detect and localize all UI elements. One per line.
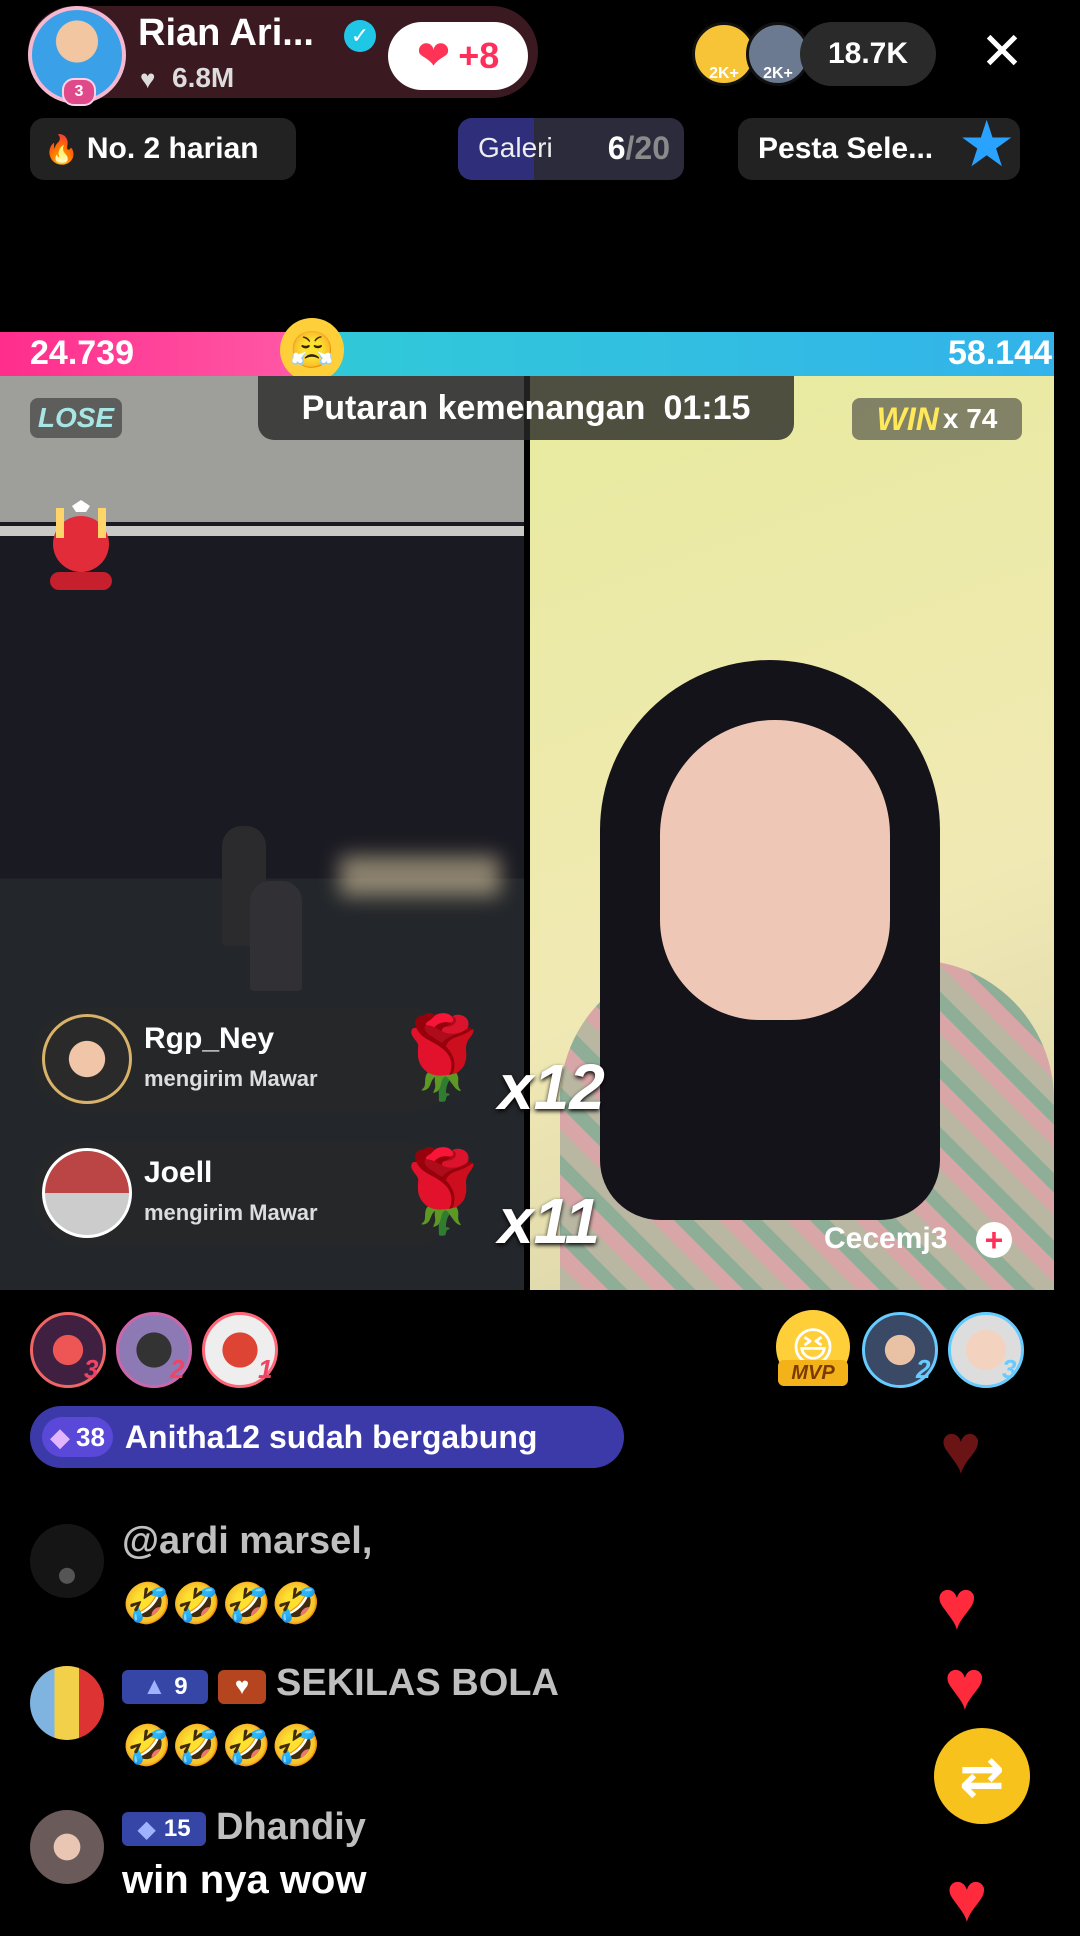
gift-count: x12 [498,1051,605,1123]
heart-icon: ♥ [140,64,156,94]
chat-message: 🤣🤣🤣🤣 [122,1582,322,1626]
heart-icon: ♥ [936,1566,978,1644]
level-number: 38 [76,1421,105,1452]
level-number: 15 [163,1815,191,1842]
panel-divider [524,376,530,1290]
rank-text: No. 2 harian [86,132,259,165]
supporter-rank: 2 [170,1354,185,1384]
diamond-icon: ◆ [137,1815,156,1843]
chat-username[interactable]: SEKILAS BOLA [276,1662,559,1705]
rose-icon: 🌹 [392,1147,492,1236]
win-label: WIN x 74 [852,398,1022,440]
background-light [340,856,500,896]
heart-badge-icon: ♥ [218,1670,266,1704]
follow-button[interactable]: + [976,1222,1012,1258]
chat-username[interactable]: @ardi marsel, [122,1520,372,1563]
heart-icon: ♥ [944,1646,986,1724]
level-badge: ▲ 9 [122,1670,208,1704]
fire-icon: 🔥 [44,133,79,165]
gifter-avatar[interactable] [42,1014,132,1104]
score-left: 24.739 [30,334,134,372]
likes-count: 6.8M [172,62,235,93]
emoji-icon: 😤 [280,318,344,382]
score-right: 58.144 [948,334,1052,372]
person-figure [250,881,302,991]
level-badge: ◆ 38 [42,1417,113,1457]
chat-avatar[interactable] [30,1810,104,1884]
gift-action: mengirim Mawar [144,1066,318,1091]
like-plus-button[interactable]: ❤ +8 [388,22,528,90]
verified-icon: ✓ [344,20,376,52]
close-button[interactable]: ✕ [976,26,1028,78]
gift-notification: Rgp_Ney mengirim Mawar 🌹 [32,1008,492,1112]
host-name[interactable]: Rian Ari... [138,12,314,55]
opponent-name[interactable]: Cecemj3 [824,1222,947,1256]
viewer-badge: 2K+ [763,65,793,82]
gift-notification: Joell mengirim Mawar 🌹 [32,1142,492,1246]
win-multiplier: x 74 [942,403,998,434]
heart-icon: ♥ [940,1410,982,1488]
gift-count: x11 [498,1185,601,1257]
round-label: Putaran kemenangan 01:15 [258,376,794,440]
gallery-count: 6/20 [607,130,670,166]
fan-club-badge-icon[interactable] [36,500,126,600]
gift-action: mengirim Mawar [144,1200,318,1225]
diamond-icon: ◆ [50,1421,70,1452]
round-text: Putaran kemenangan [301,388,646,427]
gallery-label: Galeri [478,132,553,163]
join-banner: ◆ 38 Anitha12 sudah bergabung [30,1406,624,1468]
lose-label: LOSE [30,398,122,438]
supporter-rank: 1 [258,1354,273,1384]
star-icon: ★ [958,108,1016,180]
win-word: WIN [876,400,939,437]
event-text: Pesta Sele... [758,132,934,165]
level-number: 9 [174,1673,188,1700]
heart-icon: ♥ [946,1858,988,1936]
join-text: Anitha12 sudah bergabung [124,1418,538,1455]
gifter-name: Rgp_Ney [144,1022,275,1055]
mvp-badge: MVP [778,1360,848,1386]
chat-username[interactable]: Dhandiy [216,1806,366,1849]
rose-icon: 🌹 [392,1013,492,1102]
supporter-rank: 2 [916,1354,931,1384]
person-face [660,720,890,1020]
daily-rank-pill[interactable]: 🔥 No. 2 harian [30,118,296,180]
chat-message: win nya wow [122,1858,367,1902]
chat-message: 🤣🤣🤣🤣 [122,1724,322,1768]
gifter-name: Joell [144,1156,213,1189]
round-timer: 01:15 [663,388,751,427]
viewer-badge: 2K+ [709,65,739,82]
level-badge: ◆ 15 [122,1812,206,1846]
gifter-avatar[interactable] [42,1148,132,1238]
supporter-rank: 3 [1002,1354,1017,1384]
triangle-icon: ▲ [142,1673,167,1700]
chat-avatar[interactable] [30,1524,104,1598]
gallery-pill[interactable]: Galeri 6/20 [458,118,684,180]
chat-avatar[interactable] [30,1666,104,1740]
host-level-badge: 3 [62,78,96,106]
viewer-count[interactable]: 18.7K [800,22,936,86]
like-plus-count: +8 [458,35,500,76]
supporter-rank: 3 [84,1354,99,1384]
repost-button[interactable]: ⇄ [934,1728,1030,1824]
heart-icon: ❤ [416,34,451,78]
